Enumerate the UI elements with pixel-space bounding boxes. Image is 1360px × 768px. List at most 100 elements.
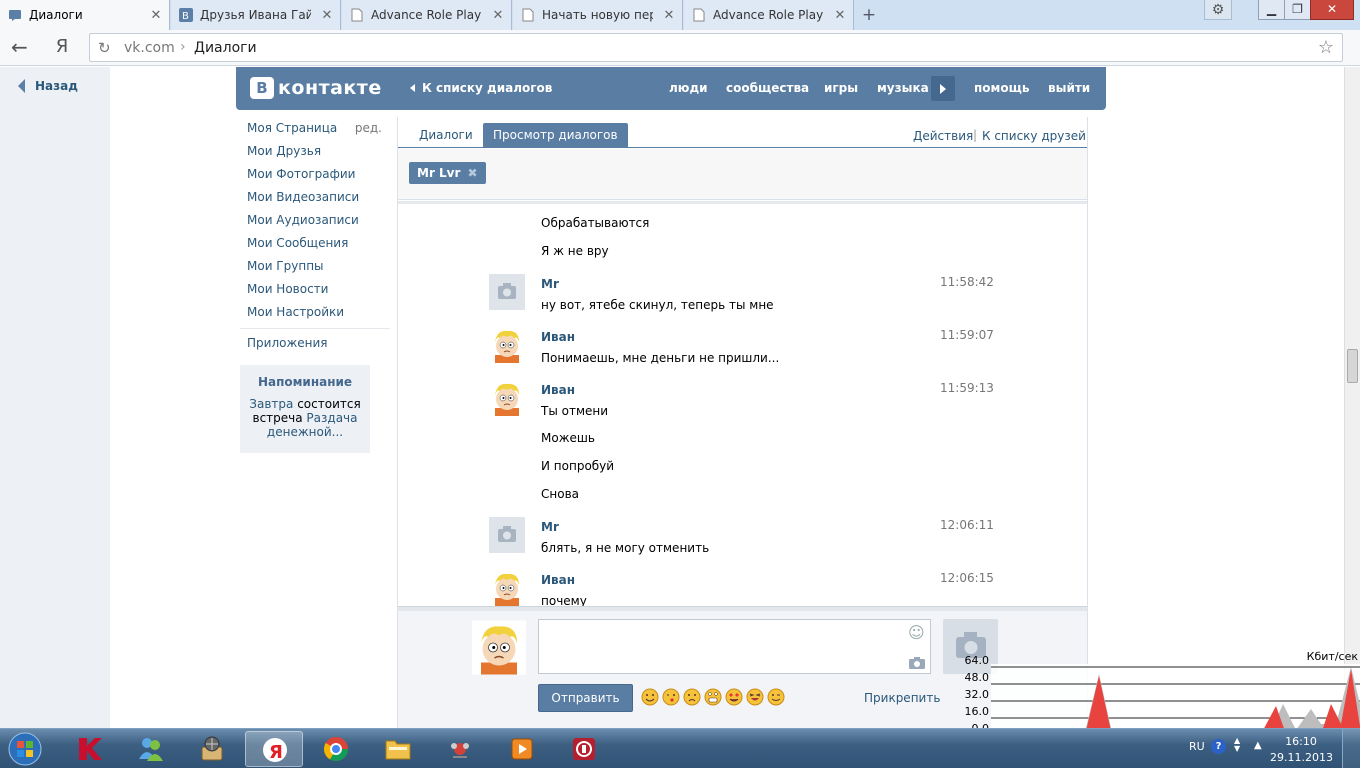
music-play-button[interactable]: [931, 76, 955, 101]
tab-dialogs-list[interactable]: Диалоги: [409, 123, 483, 148]
nav-music[interactable]: музыка: [877, 81, 929, 95]
tray-network-arrows-icon[interactable]: ▲ ▼: [1234, 737, 1240, 753]
message-input[interactable]: ☺: [538, 619, 931, 674]
emoji-grin-icon[interactable]: [704, 688, 722, 706]
nav-people[interactable]: люди: [669, 81, 708, 95]
reminder-link-tomorrow[interactable]: Завтра: [249, 397, 293, 411]
message-text: Я ж не вру: [541, 244, 609, 258]
page-scrollbar[interactable]: [1344, 67, 1360, 728]
remove-participant-icon[interactable]: ✖: [467, 162, 477, 184]
winrar-icon: [573, 738, 595, 760]
taskbar-winrar[interactable]: [555, 731, 613, 767]
minimize-button[interactable]: ▁: [1258, 0, 1285, 20]
taskbar-kaspersky[interactable]: [61, 731, 119, 767]
emoji-laugh-icon[interactable]: [746, 688, 764, 706]
menu-my-friends[interactable]: Мои Друзья: [240, 140, 390, 163]
clock-time[interactable]: 16:10: [1270, 735, 1332, 748]
send-button[interactable]: Отправить: [538, 684, 633, 712]
tray-show-hidden-icon[interactable]: ▲: [1254, 740, 1262, 751]
message-author[interactable]: Mr: [541, 520, 559, 534]
back-to-dialogs-label: К списку диалогов: [422, 81, 553, 95]
actions-link[interactable]: Действия: [913, 129, 973, 143]
emoji-sad-icon[interactable]: [683, 688, 701, 706]
show-desktop-button[interactable]: [1342, 729, 1360, 768]
emoji-picker-icon[interactable]: ☺: [908, 624, 926, 642]
back-arrow-icon[interactable]: ←: [11, 36, 35, 58]
menu-my-videos[interactable]: Мои Видеозаписи: [240, 186, 390, 209]
tab-friends[interactable]: B Друзья Ивана Гайдин ✕: [171, 0, 341, 30]
camera-icon[interactable]: [908, 656, 926, 670]
maximize-button[interactable]: ❐: [1284, 0, 1311, 20]
menu-apps[interactable]: Приложения: [240, 332, 390, 355]
nav-games[interactable]: игры: [824, 81, 858, 95]
scrollbar-thumb[interactable]: [1347, 349, 1358, 383]
taskbar-game-app[interactable]: [431, 731, 489, 767]
emoji-kiss-icon[interactable]: [662, 688, 680, 706]
camera-placeholder-avatar[interactable]: [489, 517, 525, 553]
reload-icon[interactable]: ↻: [98, 39, 111, 57]
to-friends-link[interactable]: К списку друзей: [982, 129, 1086, 143]
tab-close-icon[interactable]: ✕: [147, 8, 165, 23]
message-author[interactable]: Mr: [541, 277, 559, 291]
message: Иван 12:06:15 почему: [398, 565, 1087, 608]
edit-link[interactable]: ред.: [355, 117, 382, 140]
tab-close-icon[interactable]: ✕: [660, 8, 678, 23]
camera-placeholder-avatar[interactable]: [489, 274, 525, 310]
message-text: Обрабатываются: [541, 216, 650, 230]
tray-help-icon[interactable]: ?: [1211, 739, 1226, 754]
dialog-tabs: Диалоги Просмотр диалогов Действия | К с…: [398, 117, 1087, 148]
tab-close-icon[interactable]: ✕: [318, 8, 336, 23]
message-author[interactable]: Иван: [541, 330, 575, 344]
message-author[interactable]: Иван: [541, 383, 575, 397]
message-author[interactable]: Иван: [541, 573, 575, 587]
nav-help[interactable]: помощь: [974, 81, 1029, 95]
menu-my-messages[interactable]: Мои Сообщения: [240, 232, 390, 255]
back-to-dialogs-link[interactable]: К списку диалогов: [410, 81, 552, 95]
emoji-wink-icon[interactable]: [767, 688, 785, 706]
back-strip[interactable]: Назад: [0, 67, 110, 728]
tab-dialogs[interactable]: Диалоги ✕: [0, 0, 170, 30]
tab-advance-rp[interactable]: Advance Role Play ✕: [342, 0, 512, 30]
page-content: Назад В контакте К списку диалогов люди …: [0, 67, 1344, 728]
menu-my-news[interactable]: Мои Новости: [240, 278, 390, 301]
cartoon-avatar[interactable]: [489, 380, 525, 416]
my-avatar[interactable]: [472, 620, 526, 675]
cartoon-avatar[interactable]: [489, 570, 525, 606]
participant-chip[interactable]: Mr Lvr ✖: [409, 162, 486, 184]
taskbar-cup-app[interactable]: [183, 731, 241, 767]
tab-view-dialogs[interactable]: Просмотр диалогов: [483, 123, 628, 148]
emoji-heart-eyes-icon[interactable]: [725, 688, 743, 706]
tab-close-icon[interactable]: ✕: [489, 8, 507, 23]
attach-link[interactable]: Прикрепить: [864, 691, 940, 705]
yandex-button[interactable]: Я: [50, 35, 74, 59]
menu-my-audio[interactable]: Мои Аудиозаписи: [240, 209, 390, 232]
window-close-button[interactable]: ✕: [1310, 0, 1354, 20]
new-tab-button[interactable]: +: [858, 5, 880, 25]
cartoon-avatar[interactable]: [489, 327, 525, 363]
taskbar-media-player[interactable]: [493, 731, 551, 767]
bookmark-star-icon[interactable]: ☆: [1318, 37, 1334, 58]
tab-advance-rp-2[interactable]: Advance Role Play ✕: [684, 0, 854, 30]
tab-close-icon[interactable]: ✕: [831, 8, 849, 23]
nav-logout[interactable]: выйти: [1048, 81, 1090, 95]
taskbar-messenger[interactable]: [122, 731, 180, 767]
nav-communities[interactable]: сообщества: [726, 81, 809, 95]
taskbar-yandex-browser[interactable]: Я: [245, 731, 303, 767]
menu-my-groups[interactable]: Мои Группы: [240, 255, 390, 278]
emoji-smile-icon[interactable]: [641, 688, 659, 706]
menu-my-photos[interactable]: Мои Фотографии: [240, 163, 390, 186]
back-link[interactable]: Назад: [18, 79, 78, 93]
netmon-y-label: 16.0: [964, 705, 990, 718]
menu-my-settings[interactable]: Мои Настройки: [240, 301, 390, 324]
clock-date[interactable]: 29.11.2013: [1270, 751, 1333, 764]
windows-start-button[interactable]: [3, 731, 47, 767]
url-input[interactable]: ↻ vk.com › Диалоги ☆: [89, 33, 1343, 62]
tab-new-topic[interactable]: Начать новую перепи ✕: [513, 0, 683, 30]
menu-my-page[interactable]: Моя Страница ред.: [240, 117, 390, 140]
taskbar-chrome[interactable]: [307, 731, 365, 767]
settings-gear-icon[interactable]: ⚙: [1204, 0, 1232, 20]
vk-logo[interactable]: В контакте: [250, 77, 382, 99]
reminder-title: Напоминание: [257, 375, 353, 389]
tray-language[interactable]: RU: [1189, 740, 1205, 753]
taskbar-file-manager[interactable]: [369, 731, 427, 767]
